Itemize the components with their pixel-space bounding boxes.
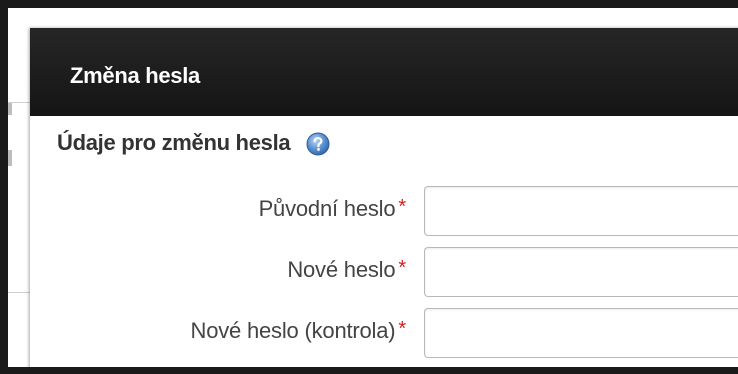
form-row-old-password: Původní heslo * bbox=[30, 186, 738, 236]
confirm-password-input[interactable] bbox=[424, 308, 738, 358]
confirm-password-label: Nové heslo (kontrola) * bbox=[191, 318, 407, 344]
dialog-header[interactable]: Změna hesla bbox=[30, 28, 738, 116]
required-marker: * bbox=[398, 318, 406, 340]
new-password-input[interactable] bbox=[424, 247, 738, 297]
background-divider bbox=[8, 292, 30, 293]
dialog-title: Změna hesla bbox=[70, 63, 200, 88]
help-icon[interactable] bbox=[306, 132, 330, 156]
change-password-dialog: Změna hesla Údaje pro změnu hesla Původn… bbox=[30, 28, 738, 367]
background-fragment bbox=[8, 150, 12, 166]
old-password-input[interactable] bbox=[424, 186, 738, 236]
form-row-new-password: Nové heslo * bbox=[30, 247, 738, 297]
new-password-label: Nové heslo * bbox=[287, 257, 406, 283]
confirm-password-label-text: Nové heslo (kontrola) bbox=[190, 318, 396, 343]
form-row-confirm-password: Nové heslo (kontrola) * bbox=[30, 308, 738, 358]
old-password-label-text: Původní heslo bbox=[258, 196, 396, 221]
section-heading-text: Údaje pro změnu hesla bbox=[57, 130, 291, 155]
screenshot-frame: Změna hesla Údaje pro změnu hesla Původn… bbox=[0, 0, 738, 374]
new-password-label-text: Nové heslo bbox=[287, 257, 396, 282]
section-heading: Údaje pro změnu hesla bbox=[57, 128, 330, 158]
required-marker: * bbox=[398, 196, 406, 218]
background-fragment bbox=[8, 103, 12, 115]
old-password-label: Původní heslo * bbox=[258, 196, 407, 222]
required-marker: * bbox=[398, 257, 406, 279]
